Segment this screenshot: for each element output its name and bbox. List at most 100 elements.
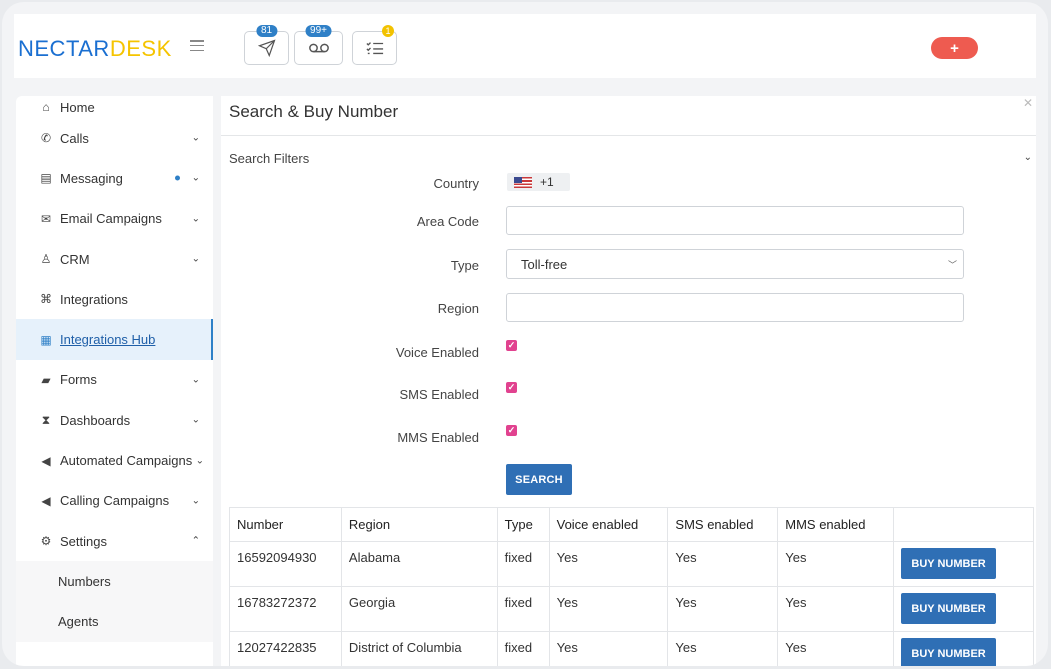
type-cell: fixed (496, 541, 550, 587)
sidebar-item-messaging[interactable]: ▤ Messaging ⌄ (16, 158, 213, 198)
column-header: Voice enabled (548, 507, 669, 542)
type-cell: fixed (496, 631, 550, 666)
sidebar-item-integrations-hub[interactable]: ▦ Integrations Hub (16, 319, 213, 360)
column-header: MMS enabled (777, 507, 895, 542)
chevron-down-icon: ⌄ (191, 213, 200, 225)
chevron-down-icon: ⌄ (191, 132, 200, 144)
chevron-down-icon[interactable]: ⌄ (1024, 152, 1032, 163)
main-panel: ✕ Search & Buy Number Search Filters ⌄ C… (221, 96, 1036, 666)
sidebar-subitem-numbers[interactable]: Numbers (16, 561, 213, 602)
sidebar-item-integrations[interactable]: ⌘ Integrations (16, 279, 213, 319)
chevron-up-icon: ⌃ (191, 535, 200, 547)
message-icon: ▤ (40, 171, 52, 186)
buy-number-button[interactable]: BUY NUMBER (901, 593, 997, 624)
table-row: 16783272372 Georgia fixed Yes Yes Yes BU… (229, 586, 1034, 632)
table-row: 12027422835 District of Columbia fixed Y… (229, 631, 1034, 666)
megaphone-icon: ◀ (41, 453, 51, 468)
sms-cell: Yes (667, 541, 779, 587)
logo-text-desk: DESK (109, 36, 172, 61)
sidebar-item-settings[interactable]: ⚙ Settings ⌃ (16, 521, 213, 561)
area-code-input[interactable] (506, 206, 964, 235)
search-filters-title[interactable]: Search Filters (229, 151, 309, 166)
buy-number-button[interactable]: BUY NUMBER (901, 548, 997, 579)
us-flag-icon (514, 176, 532, 188)
mms-enabled-checkbox[interactable]: ✓ (506, 425, 517, 436)
top-bar: NECTARDESK 81 99+ 1 + (14, 14, 1036, 78)
close-icon[interactable]: ✕ (1023, 96, 1033, 110)
send-icon (257, 39, 275, 57)
menu-toggle-icon[interactable] (190, 40, 204, 51)
send-button[interactable]: 81 (244, 25, 289, 65)
action-cell: BUY NUMBER (893, 631, 1034, 666)
send-badge: 81 (255, 25, 278, 37)
sms-enabled-label: SMS Enabled (399, 387, 480, 402)
grid-icon: ▦ (40, 332, 52, 347)
country-code: +1 (540, 175, 554, 189)
tasks-button[interactable]: 1 (352, 25, 397, 65)
column-header: Region (340, 507, 498, 542)
sidebar-subitem-label: Numbers (58, 573, 111, 589)
voicemail-badge: 99+ (305, 25, 332, 37)
mms-cell: Yes (777, 541, 895, 587)
chevron-down-icon: ⌄ (191, 414, 200, 426)
column-header (893, 507, 1034, 542)
buy-number-button[interactable]: BUY NUMBER (901, 638, 997, 666)
area-code-label: Area Code (416, 214, 479, 229)
logo-text-nectar: NECTAR (18, 36, 110, 61)
voicemail-icon (308, 43, 329, 53)
voice-cell: Yes (548, 541, 669, 587)
chevron-down-icon: ⌄ (191, 172, 200, 184)
sms-enabled-checkbox[interactable]: ✓ (506, 382, 517, 393)
region-cell: District of Columbia (340, 631, 498, 666)
sms-cell: Yes (667, 631, 779, 666)
sidebar-subitem-agents[interactable]: Agents (16, 601, 213, 642)
region-input[interactable] (506, 293, 964, 322)
sidebar-item-crm[interactable]: ♙ CRM ⌄ (16, 239, 213, 279)
sidebar-item-calls[interactable]: ✆ Calls ⌄ (16, 118, 213, 158)
sidebar-item-calling-campaigns[interactable]: ◀ Calling Campaigns ⌄ (16, 481, 213, 521)
mail-icon: ✉ (40, 211, 52, 226)
region-cell: Alabama (340, 541, 498, 587)
country-label: Country (433, 176, 479, 191)
chevron-down-icon: ⌄ (191, 495, 200, 507)
action-cell: BUY NUMBER (893, 541, 1034, 587)
voicemail-button[interactable]: 99+ (294, 25, 343, 65)
sidebar-item-label: Integrations Hub (60, 332, 156, 348)
mms-cell: Yes (777, 586, 895, 632)
logo[interactable]: NECTARDESK (18, 36, 172, 62)
action-cell: BUY NUMBER (893, 586, 1034, 632)
sidebar-item-forms[interactable]: ▰ Forms ⌄ (16, 360, 213, 400)
user-icon: ♙ (40, 252, 52, 267)
chevron-down-icon: ⌄ (195, 455, 204, 467)
number-cell: 16783272372 (229, 586, 342, 632)
sidebar-item-automated-campaigns[interactable]: ◀ Automated Campaigns ⌄ (16, 440, 213, 480)
add-button[interactable]: + (931, 37, 978, 59)
type-select[interactable]: Toll-free ﹀ (506, 249, 964, 279)
sidebar-subitem-label: Agents (58, 614, 99, 630)
chevron-down-icon: ⌄ (191, 253, 200, 265)
sidebar-item-label: Settings (60, 533, 107, 549)
sidebar-item-label: Home (60, 99, 95, 115)
search-button[interactable]: SEARCH (506, 464, 572, 495)
mms-cell: Yes (777, 631, 895, 666)
sidebar-item-dashboards[interactable]: ⧗ Dashboards ⌄ (16, 400, 213, 440)
sms-cell: Yes (667, 586, 779, 632)
column-header: SMS enabled (667, 507, 779, 542)
chevron-down-icon: ﹀ (947, 259, 957, 270)
number-cell: 16592094930 (229, 541, 342, 587)
column-header: Type (496, 507, 550, 542)
sidebar-item-email-campaigns[interactable]: ✉ Email Campaigns ⌄ (16, 199, 213, 239)
region-label: Region (437, 301, 479, 316)
hourglass-icon: ⧗ (41, 412, 51, 427)
sidebar: ⌂ Home ✆ Calls ⌄ ▤ Messaging ⌄ ✉ Email Campaig… (16, 96, 213, 666)
sidebar-item-home[interactable]: ⌂ Home (16, 96, 213, 118)
column-header: Number (229, 507, 342, 542)
sidebar-item-label: CRM (60, 251, 90, 267)
table-row: 16592094930 Alabama fixed Yes Yes Yes BU… (229, 541, 1034, 587)
voice-enabled-checkbox[interactable]: ✓ (506, 340, 517, 351)
type-select-value: Toll-free (521, 256, 568, 272)
country-select[interactable]: +1 (507, 173, 570, 191)
page-title: Search & Buy Number (229, 102, 399, 121)
voice-cell: Yes (548, 586, 669, 632)
phone-icon: ✆ (40, 131, 52, 146)
